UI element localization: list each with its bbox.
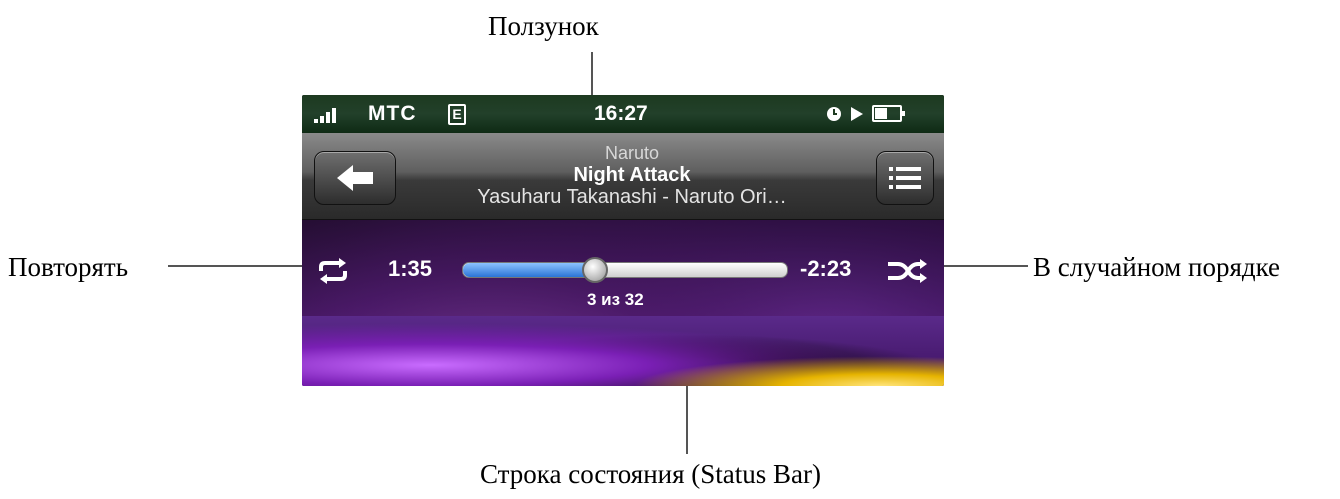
alarm-icon <box>827 106 841 121</box>
track-title: Night Attack <box>573 164 691 186</box>
progress-fill <box>463 263 593 277</box>
play-icon <box>851 106 863 121</box>
callout-slider: Ползунок <box>488 11 599 41</box>
list-icon <box>889 167 921 189</box>
callout-repeat: Повторять <box>8 252 129 282</box>
playback-controls: 1:35 -2:23 3 из 32 <box>302 220 944 316</box>
artist-name: Yasuharu Takanashi - Naruto Ori… <box>477 186 787 208</box>
music-player-screen: МТС E 16:27 Naruto Night Attack Yasuharu… <box>302 95 944 386</box>
leader-line-repeat <box>168 265 322 267</box>
back-button[interactable] <box>314 151 396 205</box>
album-artwork <box>302 316 944 386</box>
shuffle-icon[interactable] <box>886 258 928 284</box>
elapsed-time: 1:35 <box>388 256 433 281</box>
album-name: Naruto <box>604 143 660 163</box>
now-playing-header: Naruto Night Attack Yasuharu Takanashi -… <box>302 133 944 220</box>
network-type: E <box>448 104 466 125</box>
clock: 16:27 <box>594 102 648 125</box>
status-icons <box>826 105 905 122</box>
track-position: 3 из 32 <box>587 290 644 309</box>
slider-thumb[interactable] <box>582 257 608 283</box>
battery-icon <box>872 105 905 122</box>
remaining-time: -2:23 <box>800 256 852 281</box>
repeat-icon[interactable] <box>316 258 350 284</box>
callout-shuffle: В случайном порядке <box>1033 252 1281 282</box>
progress-slider[interactable] <box>462 257 788 283</box>
leader-line-shuffle <box>930 265 1028 267</box>
status-bar: МТС E 16:27 <box>302 95 944 133</box>
back-arrow-icon <box>337 165 373 191</box>
callout-status-bar: Строка состояния (Status Bar) <box>480 459 822 489</box>
track-list-button[interactable] <box>876 151 934 205</box>
carrier-name: МТС <box>368 102 417 125</box>
